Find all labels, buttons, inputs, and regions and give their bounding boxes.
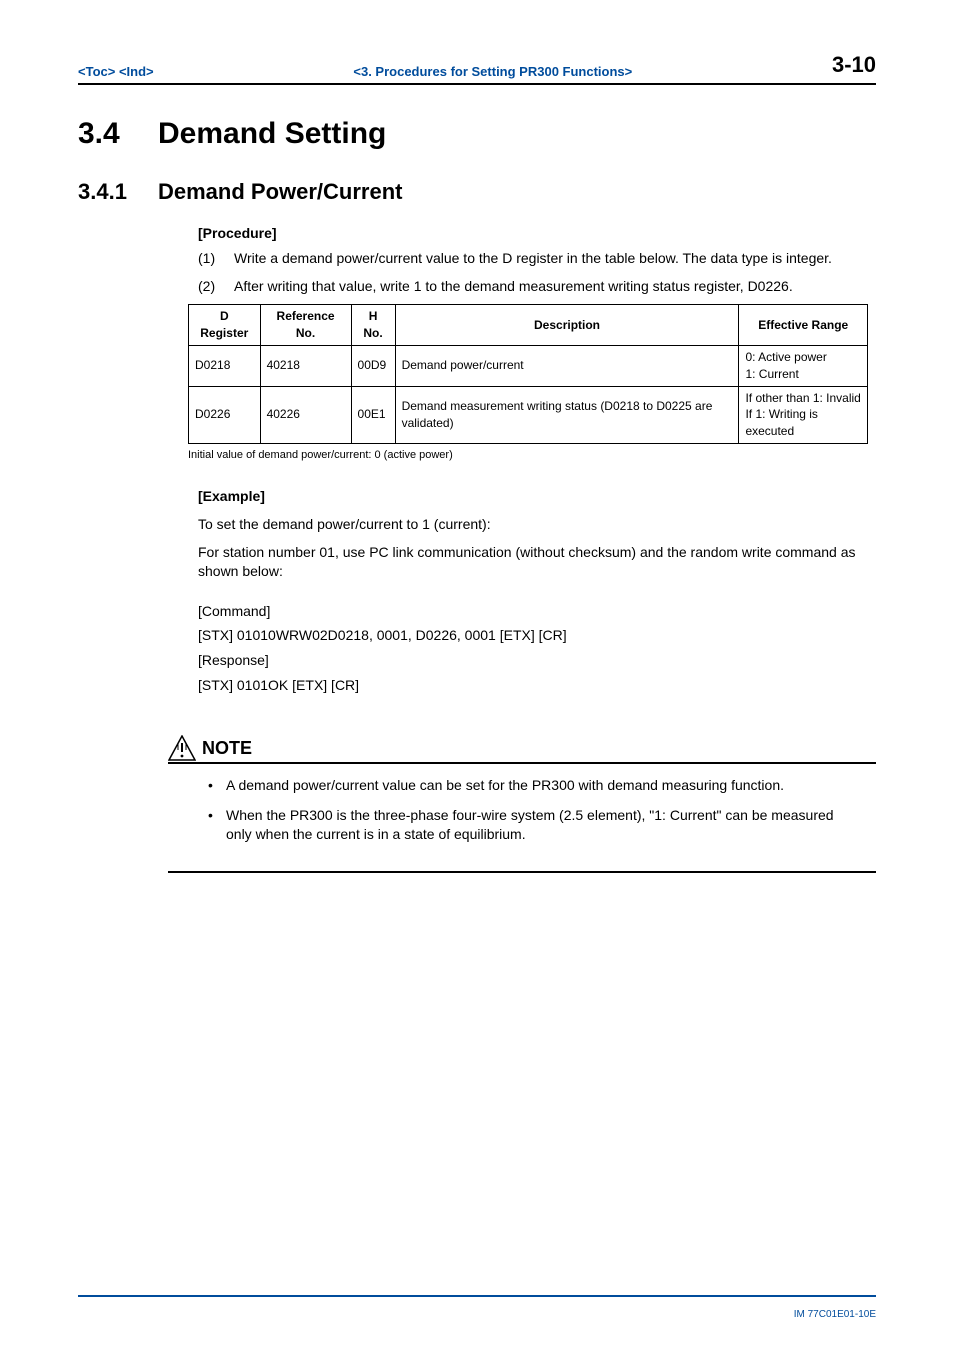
cell-dreg: D0218 bbox=[189, 345, 261, 386]
register-table: D Register Reference No. H No. Descripti… bbox=[188, 304, 868, 444]
step-number: (2) bbox=[198, 277, 234, 297]
step-text: Write a demand power/current value to th… bbox=[234, 249, 876, 269]
example-intro-2: For station number 01, use PC link commu… bbox=[198, 543, 876, 582]
procedure-step: (2) After writing that value, write 1 to… bbox=[198, 277, 876, 297]
table-row: D0218 40218 00D9 Demand power/current 0:… bbox=[189, 345, 868, 386]
section-number: 3.4 bbox=[78, 113, 158, 155]
bullet-text: When the PR300 is the three-phase four-w… bbox=[226, 806, 858, 845]
note-bullet: • When the PR300 is the three-phase four… bbox=[208, 806, 858, 845]
page: <Toc> <Ind> <3. Procedures for Setting P… bbox=[0, 0, 954, 1351]
header-left: <Toc> <Ind> bbox=[78, 63, 154, 81]
cell-range: 0: Active power 1: Current bbox=[739, 345, 868, 386]
cell-range: If other than 1: Invalid If 1: Writing i… bbox=[739, 386, 868, 443]
table-header-row: D Register Reference No. H No. Descripti… bbox=[189, 305, 868, 346]
th-ref: Reference No. bbox=[260, 305, 351, 346]
note-title: NOTE bbox=[202, 736, 252, 761]
cell-ref: 40226 bbox=[260, 386, 351, 443]
th-hno: H No. bbox=[351, 305, 395, 346]
note-bullet: • A demand power/current value can be se… bbox=[208, 776, 858, 796]
example-intro-1: To set the demand power/current to 1 (cu… bbox=[198, 515, 876, 535]
page-number: 3-10 bbox=[832, 50, 876, 81]
toc-link[interactable]: <Toc> bbox=[78, 64, 115, 79]
step-number: (1) bbox=[198, 249, 234, 269]
procedure-step: (1) Write a demand power/current value t… bbox=[198, 249, 876, 269]
example-label: [Example] bbox=[198, 487, 876, 507]
response-line: [STX] 0101OK [ETX] [CR] bbox=[198, 676, 876, 696]
th-dreg: D Register bbox=[189, 305, 261, 346]
response-label: [Response] bbox=[198, 651, 876, 671]
section-title: Demand Setting bbox=[158, 117, 386, 150]
cell-desc: Demand power/current bbox=[395, 345, 739, 386]
cell-ref: 40218 bbox=[260, 345, 351, 386]
procedure-block: [Procedure] (1) Write a demand power/cur… bbox=[198, 224, 876, 297]
procedure-label: [Procedure] bbox=[198, 224, 876, 244]
th-range: Effective Range bbox=[739, 305, 868, 346]
command-line: [STX] 01010WRW02D0218, 0001, D0226, 0001… bbox=[198, 626, 876, 646]
footer-docid: IM 77C01E01-10E bbox=[794, 1309, 876, 1320]
command-block: [Command] [STX] 01010WRW02D0218, 0001, D… bbox=[198, 602, 876, 695]
section-heading: 3.4Demand Setting bbox=[78, 113, 876, 155]
cell-hno: 00E1 bbox=[351, 386, 395, 443]
table-footnote: Initial value of demand power/current: 0… bbox=[188, 448, 876, 463]
subsection-heading: 3.4.1Demand Power/Current bbox=[78, 177, 876, 208]
subsection-title: Demand Power/Current bbox=[158, 179, 403, 204]
subsection-number: 3.4.1 bbox=[78, 177, 158, 208]
page-footer: IM 77C01E01-10E bbox=[78, 1295, 876, 1323]
command-label: [Command] bbox=[198, 602, 876, 622]
bullet-icon: • bbox=[208, 806, 226, 845]
page-header: <Toc> <Ind> <3. Procedures for Setting P… bbox=[78, 50, 876, 85]
bullet-icon: • bbox=[208, 776, 226, 796]
header-chapter: <3. Procedures for Setting PR300 Functio… bbox=[353, 63, 632, 81]
example-block: [Example] To set the demand power/curren… bbox=[198, 487, 876, 695]
note-header: NOTE bbox=[168, 735, 876, 764]
th-desc: Description bbox=[395, 305, 739, 346]
cell-desc: Demand measurement writing status (D0218… bbox=[395, 386, 739, 443]
note-block: NOTE • A demand power/current value can … bbox=[168, 735, 876, 873]
table-row: D0226 40226 00E1 Demand measurement writ… bbox=[189, 386, 868, 443]
warning-icon bbox=[168, 735, 196, 761]
register-table-block: D Register Reference No. H No. Descripti… bbox=[188, 304, 876, 463]
note-body: • A demand power/current value can be se… bbox=[168, 764, 876, 873]
bullet-text: A demand power/current value can be set … bbox=[226, 776, 858, 796]
cell-hno: 00D9 bbox=[351, 345, 395, 386]
step-text: After writing that value, write 1 to the… bbox=[234, 277, 876, 297]
ind-link[interactable]: <Ind> bbox=[119, 64, 154, 79]
cell-dreg: D0226 bbox=[189, 386, 261, 443]
